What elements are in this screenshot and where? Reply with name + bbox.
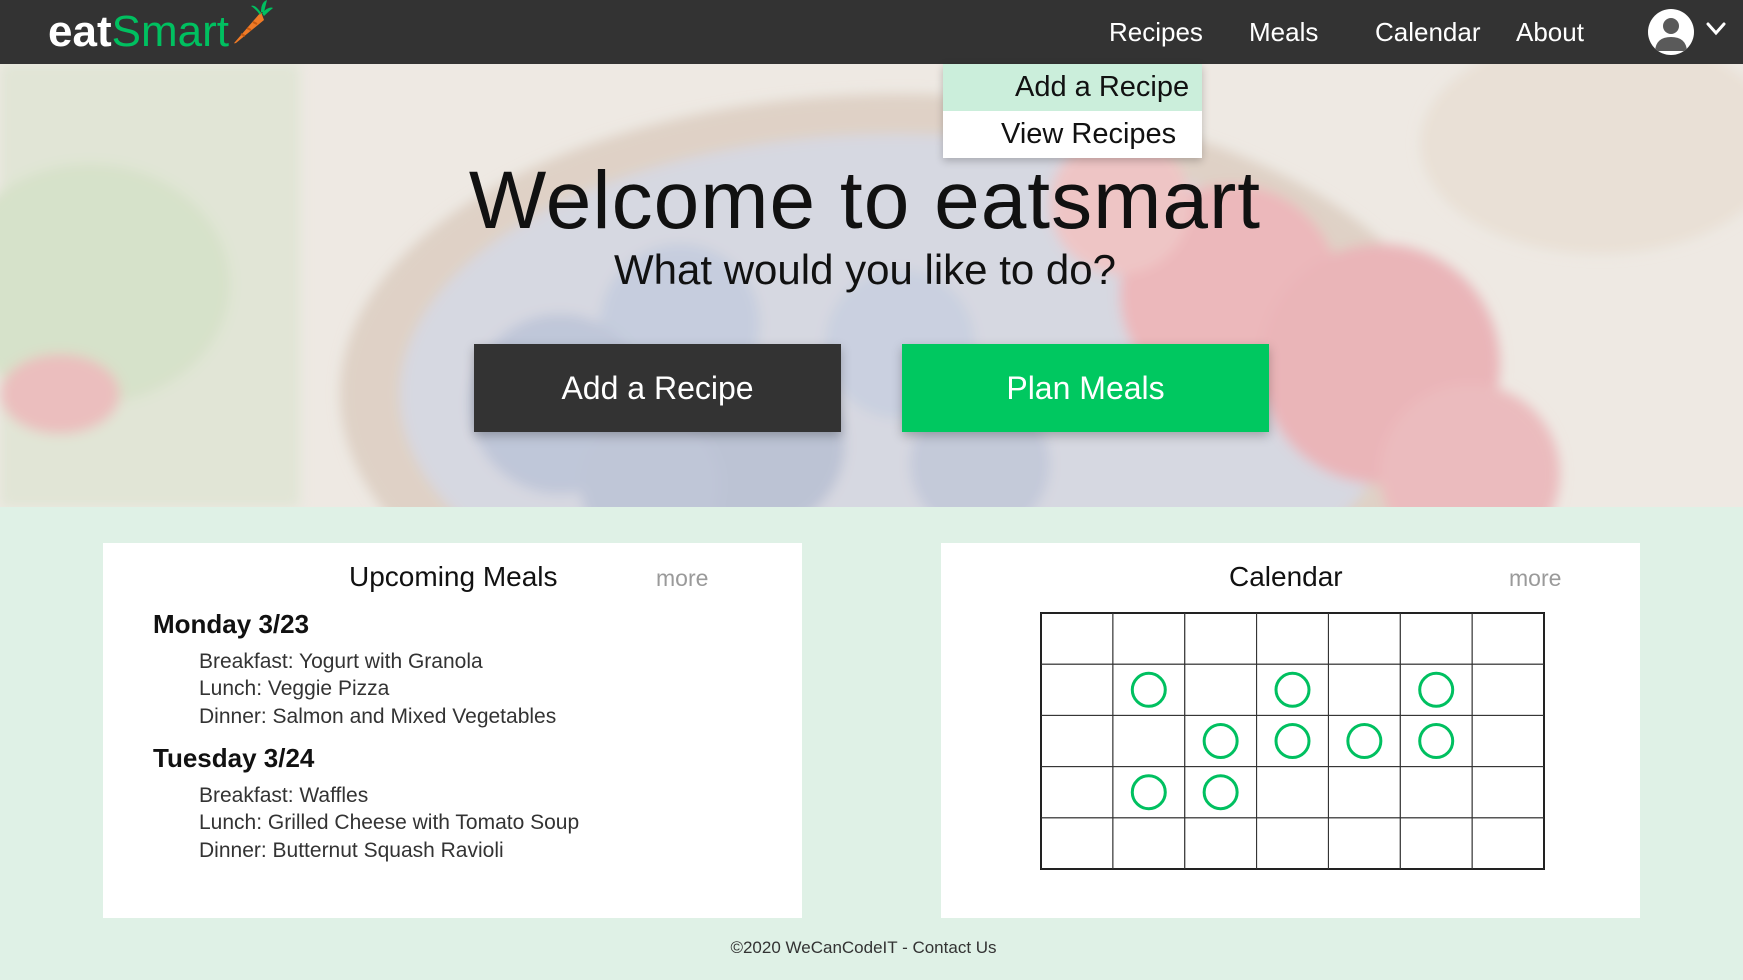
calendar-day-cell[interactable] [1471,817,1545,870]
calendar-day-cell[interactable] [1256,817,1329,870]
meal-item: Lunch: Grilled Cheese with Tomato Soup [199,811,580,834]
calendar-day-cell[interactable] [1112,714,1186,768]
user-avatar-icon[interactable] [1648,9,1694,55]
logo-smart-text: Smart [111,7,229,56]
carrot-icon [231,0,273,57]
calendar-day-cell[interactable] [1184,663,1258,716]
chevron-down-icon[interactable] [1706,22,1726,41]
calendar-day-cell[interactable] [1256,766,1329,819]
meal-item: Lunch: Veggie Pizza [199,677,390,700]
calendar-day-cell[interactable] [1327,612,1401,665]
calendar-day-cell[interactable] [1184,817,1258,870]
calendar-day-cell[interactable] [1327,663,1401,716]
calendar-day-cell[interactable] [1040,663,1114,716]
calendar-day-cell[interactable] [1040,766,1114,819]
calendar-day-cell[interactable] [1399,766,1473,819]
meal-item: Breakfast: Yogurt with Granola [199,650,483,673]
calendar-day-cell[interactable] [1471,663,1545,716]
calendar-day-cell[interactable] [1256,612,1329,665]
calendar-day-cell[interactable] [1399,817,1473,870]
calendar-day-cell[interactable] [1112,612,1186,665]
calendar-day-cell[interactable] [1399,612,1473,665]
nav-meals[interactable]: Meals [1249,0,1318,64]
dropdown-add-recipe[interactable]: Add a Recipe [943,64,1202,111]
logo[interactable]: eat Smart [48,0,273,58]
contact-us-link[interactable]: Contact Us [912,938,996,957]
calendar-day-cell[interactable] [1471,714,1545,768]
upcoming-meals-title: Upcoming Meals [349,561,558,592]
calendar-more-link[interactable]: more [1509,565,1561,592]
meal-item: Breakfast: Waffles [199,784,369,807]
navbar: eat Smart Recipes Meals Calendar About [0,0,1743,64]
recipes-dropdown-menu: Add a Recipe View Recipes [943,64,1202,158]
calendar-day-cell[interactable] [1471,612,1545,665]
calendar-title: Calendar [1229,561,1343,592]
hero-title: Welcome to eatsmart [468,155,1262,246]
hero-banner: Welcome to eatsmart What would you like … [0,64,1743,507]
upcoming-meals-more-link[interactable]: more [656,565,708,592]
calendar-day-cell[interactable] [1327,817,1401,870]
nav-about[interactable]: About [1516,0,1584,64]
dropdown-view-recipes[interactable]: View Recipes [943,111,1202,158]
calendar-day-cell[interactable] [1040,714,1114,768]
nav-calendar[interactable]: Calendar [1375,0,1481,64]
logo-eat-text: eat [48,7,112,56]
nav-recipes[interactable]: Recipes [1109,0,1203,64]
upcoming-meals-card: Upcoming Meals more Monday 3/23 Breakfas… [103,543,802,918]
calendar-day-cell[interactable] [1184,612,1258,665]
day-heading: Tuesday 3/24 [153,743,315,773]
calendar-day-cell[interactable] [1040,817,1114,870]
plan-meals-button[interactable]: Plan Meals [902,344,1269,432]
footer: ©2020 WeCanCodeIT - Contact Us [0,938,1727,958]
calendar-day-cell[interactable] [1112,817,1186,870]
calendar-card: Calendar more [941,543,1640,918]
calendar-day-cell[interactable] [1471,766,1545,819]
calendar-day-cell[interactable] [1327,766,1401,819]
day-heading: Monday 3/23 [153,609,310,639]
footer-copyright: ©2020 WeCanCodeIT - [730,938,913,957]
add-recipe-button[interactable]: Add a Recipe [474,344,841,432]
meal-item: Dinner: Butternut Squash Ravioli [199,839,504,862]
calendar-day-cell[interactable] [1040,612,1114,665]
meal-item: Dinner: Salmon and Mixed Vegetables [199,705,557,728]
calendar-grid [1040,612,1545,870]
hero-subtitle: What would you like to do? [614,246,1116,293]
